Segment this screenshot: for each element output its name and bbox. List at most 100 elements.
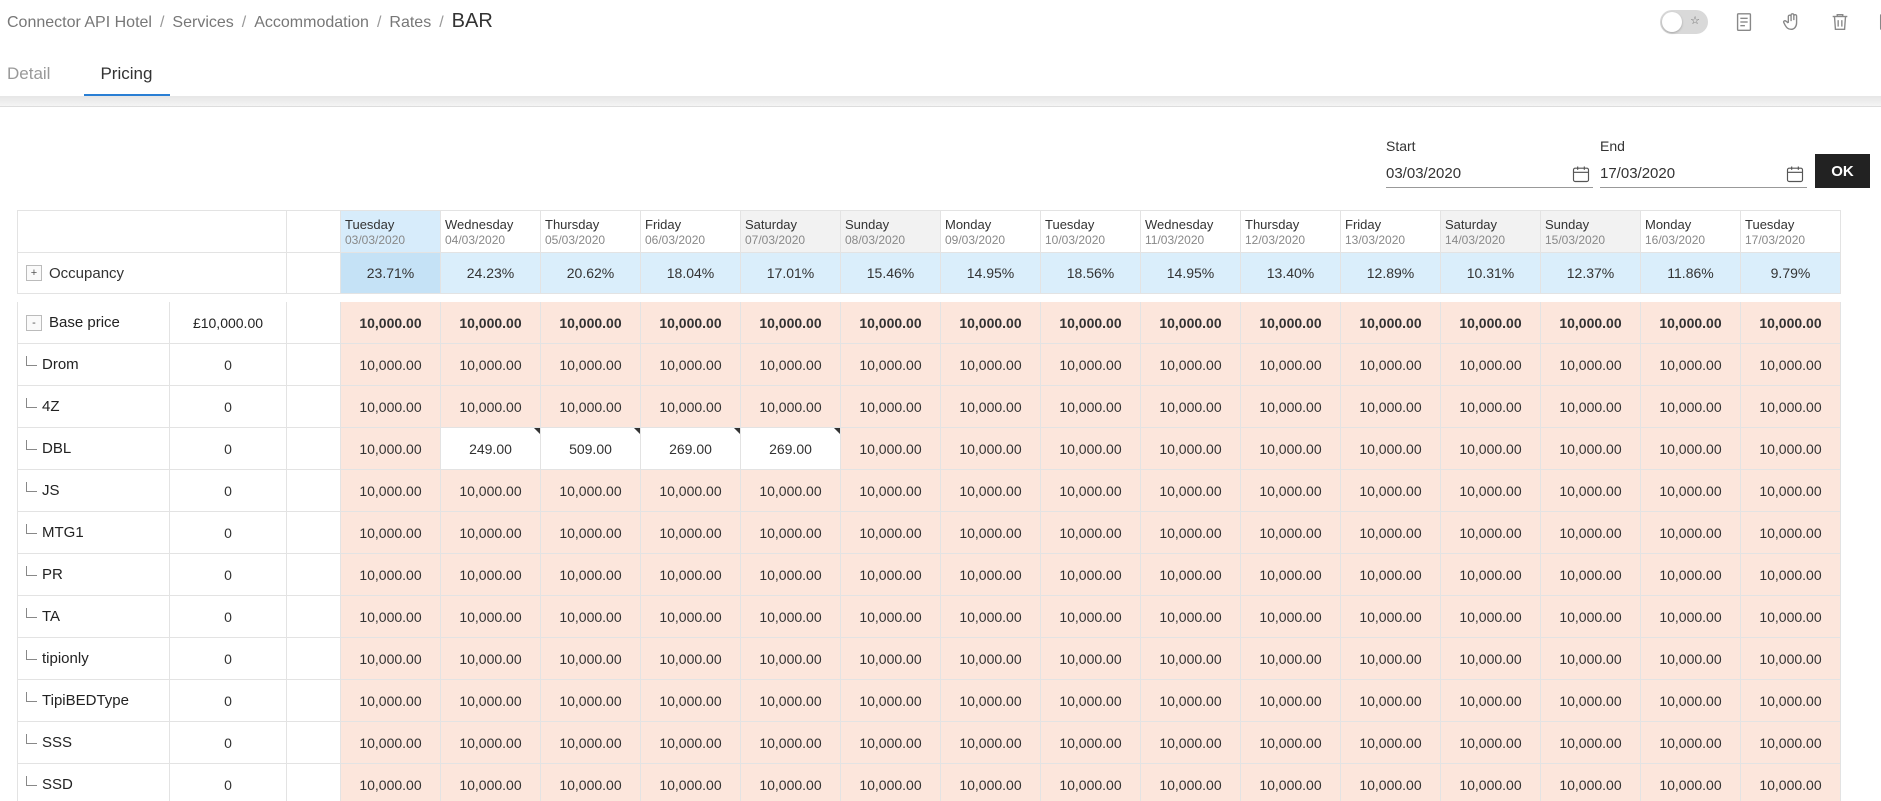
space-type-base-value[interactable]: 0 (170, 638, 287, 680)
calendar-icon[interactable] (1785, 164, 1805, 184)
price-cell[interactable]: 10,000.00 (1541, 344, 1641, 386)
price-cell[interactable]: 10,000.00 (541, 386, 641, 428)
price-cell[interactable]: 10,000.00 (1441, 512, 1541, 554)
price-cell[interactable]: 10,000.00 (941, 680, 1041, 722)
price-cell[interactable]: 10,000.00 (1141, 554, 1241, 596)
price-cell[interactable]: 10,000.00 (1741, 764, 1841, 801)
price-cell[interactable]: 10,000.00 (1541, 302, 1641, 344)
price-cell[interactable]: 10,000.00 (1041, 428, 1141, 470)
price-cell[interactable]: 10,000.00 (1441, 386, 1541, 428)
price-cell[interactable]: 10,000.00 (1441, 470, 1541, 512)
price-cell[interactable]: 10,000.00 (1341, 554, 1441, 596)
price-cell[interactable]: 10,000.00 (541, 470, 641, 512)
price-cell[interactable]: 10,000.00 (1241, 722, 1341, 764)
price-cell[interactable]: 10,000.00 (441, 302, 541, 344)
price-cell[interactable]: 10,000.00 (1641, 722, 1741, 764)
price-cell[interactable]: 10,000.00 (441, 470, 541, 512)
price-cell[interactable]: 10,000.00 (1341, 722, 1441, 764)
price-cell[interactable]: 10,000.00 (1441, 680, 1541, 722)
collapse-button[interactable]: - (26, 314, 42, 331)
price-cell[interactable]: 10,000.00 (841, 470, 941, 512)
price-cell[interactable]: 10,000.00 (741, 554, 841, 596)
price-cell[interactable]: 10,000.00 (1041, 638, 1141, 680)
price-cell[interactable]: 10,000.00 (641, 764, 741, 801)
price-cell[interactable]: 10,000.00 (1341, 764, 1441, 801)
price-cell[interactable]: 10,000.00 (1641, 428, 1741, 470)
tab-pricing[interactable]: Pricing (84, 56, 171, 96)
price-cell[interactable]: 10,000.00 (1241, 470, 1341, 512)
price-cell[interactable]: 10,000.00 (1441, 638, 1541, 680)
price-cell[interactable]: 10,000.00 (1441, 302, 1541, 344)
price-cell[interactable]: 10,000.00 (641, 344, 741, 386)
price-cell[interactable]: 10,000.00 (1741, 512, 1841, 554)
price-cell[interactable]: 10,000.00 (1541, 596, 1641, 638)
price-cell[interactable]: 10,000.00 (1241, 638, 1341, 680)
price-cell[interactable]: 10,000.00 (641, 638, 741, 680)
space-type-base-value[interactable]: 0 (170, 722, 287, 764)
price-cell[interactable]: 10,000.00 (341, 512, 441, 554)
price-cell[interactable]: 10,000.00 (1141, 344, 1241, 386)
price-cell[interactable]: 10,000.00 (641, 512, 741, 554)
price-cell[interactable]: 10,000.00 (541, 722, 641, 764)
price-cell[interactable]: 10,000.00 (541, 764, 641, 801)
price-cell[interactable]: 10,000.00 (1141, 680, 1241, 722)
price-cell[interactable]: 10,000.00 (1541, 722, 1641, 764)
space-type-base-value[interactable]: 0 (170, 386, 287, 428)
price-cell[interactable]: 10,000.00 (441, 596, 541, 638)
price-cell[interactable]: 10,000.00 (641, 470, 741, 512)
price-cell-override[interactable]: 509.00 (541, 428, 641, 470)
price-cell[interactable]: 10,000.00 (1741, 302, 1841, 344)
price-cell[interactable]: 10,000.00 (1741, 596, 1841, 638)
price-cell[interactable]: 10,000.00 (541, 302, 641, 344)
space-type-base-value[interactable]: 0 (170, 554, 287, 596)
price-cell[interactable]: 10,000.00 (541, 512, 641, 554)
price-cell[interactable]: 10,000.00 (441, 344, 541, 386)
price-cell[interactable]: 10,000.00 (741, 344, 841, 386)
price-cell[interactable]: 10,000.00 (1341, 386, 1441, 428)
price-cell[interactable]: 10,000.00 (841, 680, 941, 722)
price-cell-override[interactable]: 269.00 (641, 428, 741, 470)
ok-button[interactable]: OK (1815, 154, 1870, 188)
price-cell[interactable]: 10,000.00 (1241, 512, 1341, 554)
hand-icon[interactable] (1780, 10, 1804, 34)
price-cell[interactable]: 10,000.00 (1541, 386, 1641, 428)
price-cell[interactable]: 10,000.00 (1241, 302, 1341, 344)
space-type-base-value[interactable]: 0 (170, 344, 287, 386)
price-cell[interactable]: 10,000.00 (841, 722, 941, 764)
price-cell[interactable]: 10,000.00 (441, 638, 541, 680)
price-cell[interactable]: 10,000.00 (1641, 680, 1741, 722)
price-cell[interactable]: 10,000.00 (1641, 512, 1741, 554)
price-cell[interactable]: 10,000.00 (941, 596, 1041, 638)
price-cell[interactable]: 10,000.00 (1741, 344, 1841, 386)
price-cell[interactable]: 10,000.00 (941, 554, 1041, 596)
price-cell[interactable]: 10,000.00 (1341, 344, 1441, 386)
price-cell[interactable]: 10,000.00 (1741, 554, 1841, 596)
price-cell-override[interactable]: 249.00 (441, 428, 541, 470)
price-cell[interactable]: 10,000.00 (641, 680, 741, 722)
price-cell[interactable]: 10,000.00 (1641, 554, 1741, 596)
price-cell[interactable]: 10,000.00 (941, 428, 1041, 470)
space-type-base-value[interactable]: 0 (170, 512, 287, 554)
breadcrumb-item-hotel[interactable]: Connector API Hotel (7, 14, 152, 32)
price-cell[interactable]: 10,000.00 (1441, 596, 1541, 638)
price-cell[interactable]: 10,000.00 (1041, 344, 1141, 386)
price-cell[interactable]: 10,000.00 (341, 470, 441, 512)
price-cell[interactable]: 10,000.00 (741, 764, 841, 801)
price-cell[interactable]: 10,000.00 (1641, 638, 1741, 680)
price-cell[interactable]: 10,000.00 (941, 344, 1041, 386)
price-cell[interactable]: 10,000.00 (1141, 764, 1241, 801)
price-cell[interactable]: 10,000.00 (1741, 470, 1841, 512)
price-cell[interactable]: 10,000.00 (1541, 680, 1641, 722)
price-cell[interactable]: 10,000.00 (1641, 764, 1741, 801)
price-cell[interactable]: 10,000.00 (1141, 596, 1241, 638)
price-cell[interactable]: 10,000.00 (1041, 764, 1141, 801)
expand-button[interactable]: + (26, 265, 42, 281)
price-cell[interactable]: 10,000.00 (641, 386, 741, 428)
space-type-base-value[interactable]: 0 (170, 428, 287, 470)
price-cell[interactable]: 10,000.00 (1241, 596, 1341, 638)
price-cell[interactable]: 10,000.00 (541, 680, 641, 722)
breadcrumb-item-rates[interactable]: Rates (389, 14, 431, 32)
price-cell[interactable]: 10,000.00 (941, 512, 1041, 554)
price-cell[interactable]: 10,000.00 (741, 722, 841, 764)
price-cell[interactable]: 10,000.00 (1441, 722, 1541, 764)
